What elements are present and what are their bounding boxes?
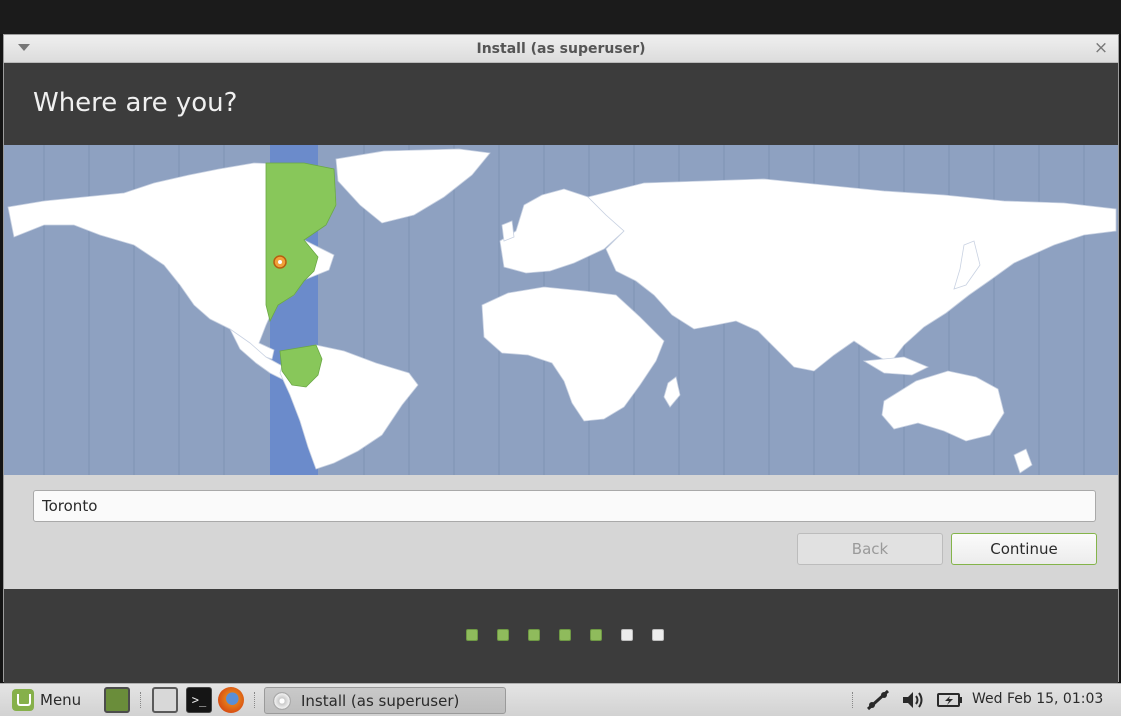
progress-dot [497,629,509,641]
desktop-top-strip [0,0,1121,34]
taskbar-window-installer[interactable]: Install (as superuser) [264,687,506,714]
tray-separator [852,692,854,708]
progress-dot [652,629,664,641]
window-titlebar[interactable]: Install (as superuser) × [4,35,1118,63]
network-icon[interactable] [864,688,892,712]
progress-dot [466,629,478,641]
menu-button[interactable]: Menu [6,687,87,713]
volume-icon[interactable] [900,688,926,712]
taskbar: Menu >_ Install (as superuser) Wed Feb 1… [0,683,1121,716]
files-launcher-icon[interactable] [104,687,130,713]
location-pin-icon [273,255,287,269]
window-title: Install (as superuser) [476,41,646,57]
disc-icon [273,691,291,710]
continue-button[interactable]: Continue [951,533,1097,565]
progress-dot [559,629,571,641]
progress-dots [466,629,664,641]
launcher-separator [140,692,142,708]
progress-footer [4,589,1118,683]
menu-label: Menu [40,691,82,709]
back-button[interactable]: Back [797,533,943,565]
mint-logo-icon [12,689,34,711]
page-title: Where are you? [33,88,238,118]
progress-dot [621,629,633,641]
taskbar-window-label: Install (as superuser) [301,691,460,710]
page-header: Where are you? [4,63,1118,145]
installer-window: Install (as superuser) × Where are you? [3,34,1119,683]
show-desktop-icon[interactable] [152,687,178,713]
progress-dot [590,629,602,641]
world-map-graphic[interactable] [4,145,1118,475]
timezone-input[interactable] [33,490,1096,522]
launcher-separator [254,692,256,708]
timezone-map[interactable] [4,145,1118,475]
close-icon[interactable]: × [1092,39,1110,57]
battery-icon[interactable] [936,688,964,712]
firefox-icon[interactable] [218,687,244,713]
clock[interactable]: Wed Feb 15, 01:03 [972,691,1103,707]
progress-dot [528,629,540,641]
continents [7,148,1117,474]
terminal-icon[interactable]: >_ [186,687,212,713]
